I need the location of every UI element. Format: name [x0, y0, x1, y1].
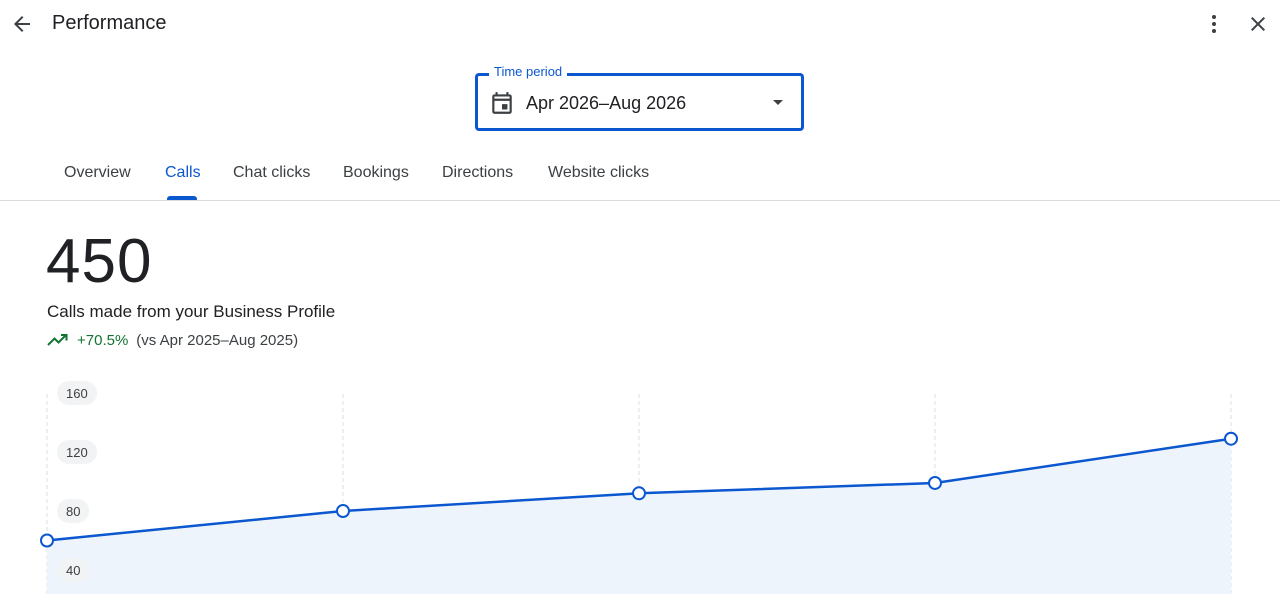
more-vert-icon: [1212, 15, 1216, 33]
tab-directions[interactable]: Directions: [442, 164, 513, 182]
close-icon: [1251, 17, 1265, 31]
metric-value: 450: [46, 227, 153, 296]
metric-tabs: Overview Calls Chat clicks Bookings Dire…: [0, 150, 1280, 201]
app-header: Performance: [0, 0, 1280, 50]
time-period-select[interactable]: Time period Apr 2026–Aug 2026: [475, 64, 804, 131]
data-point[interactable]: [928, 475, 942, 490]
calendar-icon: [492, 92, 512, 114]
metric-trend: +70.5% (vs Apr 2025–Aug 2025): [47, 330, 298, 350]
page-title: Performance: [52, 12, 167, 34]
active-tab-indicator: [167, 196, 197, 200]
calls-chart: 160 120 80 40: [0, 372, 1280, 594]
data-point[interactable]: [40, 533, 54, 548]
data-point[interactable]: [1224, 431, 1238, 446]
tab-calls[interactable]: Calls: [165, 164, 201, 182]
back-button[interactable]: [6, 8, 38, 40]
close-button[interactable]: [1242, 8, 1274, 40]
tab-website-clicks[interactable]: Website clicks: [548, 164, 649, 182]
tab-bookings[interactable]: Bookings: [343, 164, 409, 182]
calls-chart-svg: [40, 394, 1238, 594]
y-tick-label: 160: [57, 381, 97, 405]
y-tick-label: 40: [57, 558, 90, 582]
arrow-back-icon: [14, 16, 30, 32]
more-options-button[interactable]: [1199, 8, 1229, 40]
metric-description: Calls made from your Business Profile: [47, 302, 336, 321]
tab-chat-clicks[interactable]: Chat clicks: [233, 164, 310, 182]
dropdown-arrow-icon: [773, 100, 783, 105]
data-point[interactable]: [336, 504, 350, 518]
trending-up-icon: [47, 334, 68, 346]
tab-overview[interactable]: Overview: [64, 164, 131, 182]
time-period-label: Time period: [489, 64, 568, 79]
trend-change: +70.5%: [77, 331, 129, 349]
trend-comparison: (vs Apr 2025–Aug 2025): [136, 331, 299, 349]
y-tick-label: 80: [57, 499, 90, 523]
data-point[interactable]: [632, 486, 646, 501]
time-period-value: Apr 2026–Aug 2026: [526, 93, 687, 113]
series-area: [47, 438, 1231, 594]
y-tick-label: 120: [57, 440, 97, 464]
